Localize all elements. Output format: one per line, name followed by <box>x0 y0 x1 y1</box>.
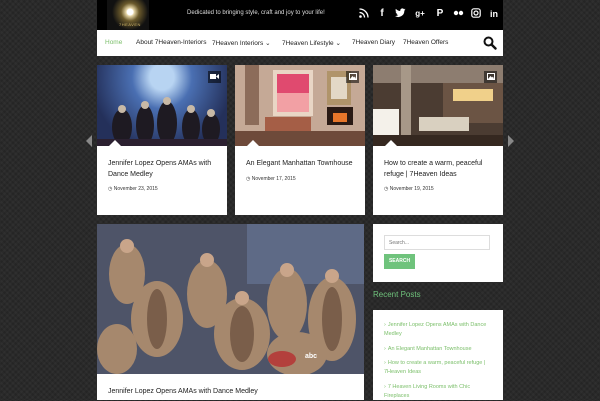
post-card[interactable]: Jennifer Lopez Opens AMAs with Dance Med… <box>97 65 227 215</box>
logo-text: 7HEAVEN <box>119 22 141 27</box>
linkedin-icon[interactable]: in <box>489 8 499 22</box>
chevron-right-icon: › <box>384 346 386 352</box>
list-item[interactable]: › Jennifer Lopez Opens AMAs with Dance Me… <box>384 321 496 339</box>
facebook-icon[interactable]: f <box>377 8 387 22</box>
image-icon <box>346 71 359 83</box>
main-nav: Home About 7Heaven-Interiors 7Heaven Int… <box>97 30 503 56</box>
pinterest-icon[interactable]: P <box>435 8 445 22</box>
post-date: ◷ November 17, 2015 <box>246 176 296 182</box>
post-thumbnail[interactable] <box>235 65 365 146</box>
nav-item-home[interactable]: Home <box>105 39 122 46</box>
post-title[interactable]: Jennifer Lopez Opens AMAs with Dance Med… <box>108 158 216 180</box>
post-title[interactable]: An Elegant Manhattan Townhouse <box>246 158 354 169</box>
list-item[interactable]: › 7 Heaven Living Rooms with Chic Firepla… <box>384 383 496 401</box>
post-date: ◷ November 19, 2015 <box>384 186 434 192</box>
chevron-right-icon: › <box>384 384 386 390</box>
slider-next-arrow[interactable] <box>508 135 514 147</box>
social-links: f g+ P in <box>359 8 499 22</box>
twitter-icon[interactable] <box>395 8 406 22</box>
search-button[interactable]: SEARCH <box>384 254 415 269</box>
clock-icon: ◷ <box>246 176 251 182</box>
post-card[interactable]: An Elegant Manhattan Townhouse ◷ Novembe… <box>235 65 365 215</box>
chevron-right-icon: › <box>384 360 386 366</box>
slider-prev-arrow[interactable] <box>86 135 92 147</box>
site-logo[interactable]: 7HEAVEN <box>107 0 149 30</box>
rss-icon[interactable] <box>359 8 369 22</box>
nav-item-diary[interactable]: 7Heaven Diary <box>352 39 395 46</box>
post-title[interactable]: How to create a warm, peaceful refuge | … <box>384 158 492 180</box>
clock-icon: ◷ <box>108 186 113 192</box>
featured-title[interactable]: Jennifer Lopez Opens AMAs with Dance Med… <box>108 388 258 395</box>
search-input[interactable] <box>384 235 490 250</box>
nav-item-interiors[interactable]: 7Heaven Interiors ⌄ <box>212 39 271 47</box>
post-card[interactable]: How to create a warm, peaceful refuge | … <box>373 65 503 215</box>
nav-item-lifestyle[interactable]: 7Heaven Lifestyle ⌄ <box>282 39 341 47</box>
google-plus-icon[interactable]: g+ <box>413 8 427 22</box>
card-notch <box>247 140 259 146</box>
post-date: ◷ November 23, 2015 <box>108 186 158 192</box>
instagram-icon[interactable] <box>471 8 481 22</box>
flickr-icon[interactable] <box>453 8 464 22</box>
chevron-right-icon: › <box>384 322 386 328</box>
list-item[interactable]: › How to create a warm, peaceful refuge |… <box>384 359 496 377</box>
search-icon[interactable] <box>483 36 497 50</box>
card-notch <box>385 140 397 146</box>
list-item[interactable]: › An Elegant Manhattan Townhouse <box>384 345 496 354</box>
nav-item-about[interactable]: About 7Heaven-Interiors <box>136 39 206 46</box>
search-widget: SEARCH <box>373 224 503 282</box>
image-icon <box>484 71 497 83</box>
card-notch <box>109 140 121 146</box>
video-icon <box>208 71 221 83</box>
featured-post[interactable]: abc Jennifer Lopez Opens AMAs with Dance… <box>97 224 364 400</box>
recent-posts-list: › Jennifer Lopez Opens AMAs with Dance Me… <box>373 310 503 400</box>
clock-icon: ◷ <box>384 186 389 192</box>
post-thumbnail[interactable] <box>97 65 227 146</box>
featured-thumbnail[interactable]: abc <box>97 224 364 374</box>
site-tagline: Dedicated to bringing style, craft and j… <box>187 10 325 16</box>
post-thumbnail[interactable] <box>373 65 503 146</box>
recent-posts-heading: Recent Posts <box>373 290 421 299</box>
svg-text:abc: abc <box>305 353 317 360</box>
nav-item-offers[interactable]: 7Heaven Offers <box>403 39 448 46</box>
top-bar: 7HEAVEN Dedicated to bringing style, cra… <box>97 0 503 30</box>
